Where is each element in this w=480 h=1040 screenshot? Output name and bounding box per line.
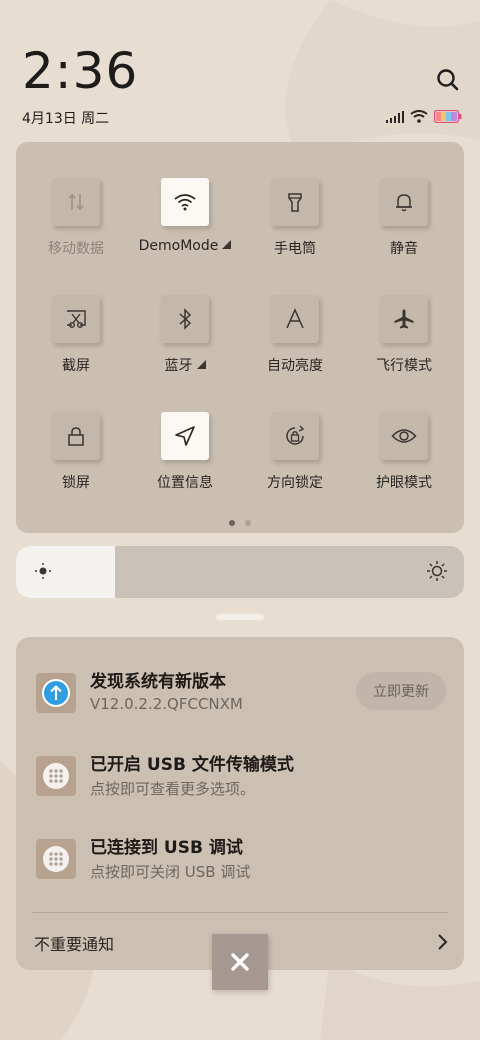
eye-icon — [391, 429, 417, 443]
tile-label: 飞行模式 — [376, 358, 432, 374]
flashlight-icon — [288, 193, 302, 212]
tile-lock-screen-button[interactable] — [52, 412, 100, 460]
status-bar-icons — [386, 110, 462, 123]
divider — [32, 912, 448, 913]
rotation-lock-icon — [286, 425, 305, 445]
tile-auto-brightness[interactable]: 自动亮度 — [240, 295, 350, 375]
tile-flashlight-button[interactable] — [271, 178, 319, 226]
tile-wifi-button[interactable] — [161, 178, 209, 226]
brightness-low-icon — [35, 563, 51, 579]
notification-title: 已开启 USB 文件传输模式 — [90, 755, 294, 775]
battery-icon — [434, 110, 462, 123]
chevron-right-icon[interactable] — [436, 933, 448, 951]
app-icon — [36, 673, 76, 713]
tile-label: 方向锁定 — [267, 475, 323, 491]
tile-airplane-button[interactable] — [380, 295, 428, 343]
update-now-button[interactable]: 立即更新 — [356, 672, 446, 710]
bluetooth-icon — [179, 308, 192, 330]
update-arrow-icon — [42, 679, 70, 707]
brightness-slider[interactable] — [16, 546, 464, 598]
notification-title: 已连接到 USB 调试 — [90, 838, 243, 858]
quick-settings-panel: 移动数据 DemoMode 手电筒 静音 截屏 蓝牙 自动亮度 飞行模式 锁屏 … — [16, 142, 464, 533]
tile-mobile-data-button[interactable] — [52, 178, 100, 226]
wifi-icon — [174, 194, 196, 211]
tile-label: 位置信息 — [157, 475, 213, 491]
tile-wifi[interactable]: DemoMode — [130, 178, 240, 254]
mobile-data-icon — [68, 193, 84, 211]
tile-label: DemoMode — [130, 238, 240, 254]
clear-all-button[interactable] — [212, 934, 268, 990]
tile-screenshot[interactable]: 截屏 — [21, 295, 131, 375]
notification-text: V12.0.2.2.QFCCNXM — [90, 695, 243, 713]
tile-location-button[interactable] — [161, 412, 209, 460]
wifi-status-icon — [410, 110, 428, 123]
unimportant-notifications-link[interactable]: 不重要通知 — [34, 931, 114, 955]
tile-label: 蓝牙 — [130, 355, 240, 375]
tile-label: 手电筒 — [274, 241, 316, 257]
notification-text: 点按即可查看更多选项。 — [90, 780, 256, 798]
tile-rotation-lock-button[interactable] — [271, 412, 319, 460]
airplane-icon — [394, 309, 414, 329]
tile-label: 截屏 — [62, 358, 90, 374]
tile-mobile-data[interactable]: 移动数据 — [21, 178, 131, 258]
tile-label: 自动亮度 — [267, 358, 323, 374]
dots-grid-icon — [43, 846, 69, 872]
tile-bluetooth-button[interactable] — [161, 295, 209, 343]
expand-triangle-icon — [196, 360, 206, 369]
location-icon — [175, 426, 195, 446]
clock-time: 2:36 — [22, 42, 139, 100]
notification-panel: 发现系统有新版本 V12.0.2.2.QFCCNXM 立即更新 已开启 USB … — [16, 637, 464, 970]
brightness-high-icon — [427, 561, 447, 581]
lock-icon — [68, 427, 84, 446]
notification-text: 点按即可关闭 USB 调试 — [90, 863, 251, 881]
expand-triangle-icon — [222, 240, 232, 249]
bell-icon — [396, 194, 412, 212]
app-icon — [36, 839, 76, 879]
search-icon[interactable] — [434, 66, 462, 94]
page-dot — [229, 520, 235, 526]
close-icon — [231, 953, 249, 971]
tile-airplane[interactable]: 飞行模式 — [349, 295, 459, 375]
clock-date: 4月13日 周二 — [22, 111, 110, 127]
tile-label: 护眼模式 — [376, 475, 432, 491]
brightness-fill — [16, 546, 115, 598]
tile-auto-brightness-button[interactable] — [271, 295, 319, 343]
tile-lock-screen[interactable]: 锁屏 — [21, 412, 131, 492]
page-indicator — [16, 520, 464, 526]
tile-eye-care[interactable]: 护眼模式 — [349, 412, 459, 492]
tile-screenshot-button[interactable] — [52, 295, 100, 343]
screenshot-icon — [67, 310, 86, 328]
auto-brightness-icon — [286, 308, 304, 329]
notification-title: 发现系统有新版本 — [90, 672, 226, 692]
tile-label: 锁屏 — [62, 475, 90, 491]
tile-label: 静音 — [390, 241, 418, 257]
signal-icon — [386, 110, 404, 123]
tile-flashlight[interactable]: 手电筒 — [240, 178, 350, 258]
dots-grid-icon — [43, 763, 69, 789]
app-icon — [36, 756, 76, 796]
tile-rotation-lock[interactable]: 方向锁定 — [240, 412, 350, 492]
tile-bluetooth[interactable]: 蓝牙 — [130, 295, 240, 375]
page-dot — [245, 520, 251, 526]
tile-silent[interactable]: 静音 — [349, 178, 459, 258]
tile-eye-care-button[interactable] — [380, 412, 428, 460]
tile-silent-button[interactable] — [380, 178, 428, 226]
tile-label: 移动数据 — [48, 241, 104, 257]
drag-handle[interactable] — [216, 614, 264, 620]
tile-location[interactable]: 位置信息 — [130, 412, 240, 492]
